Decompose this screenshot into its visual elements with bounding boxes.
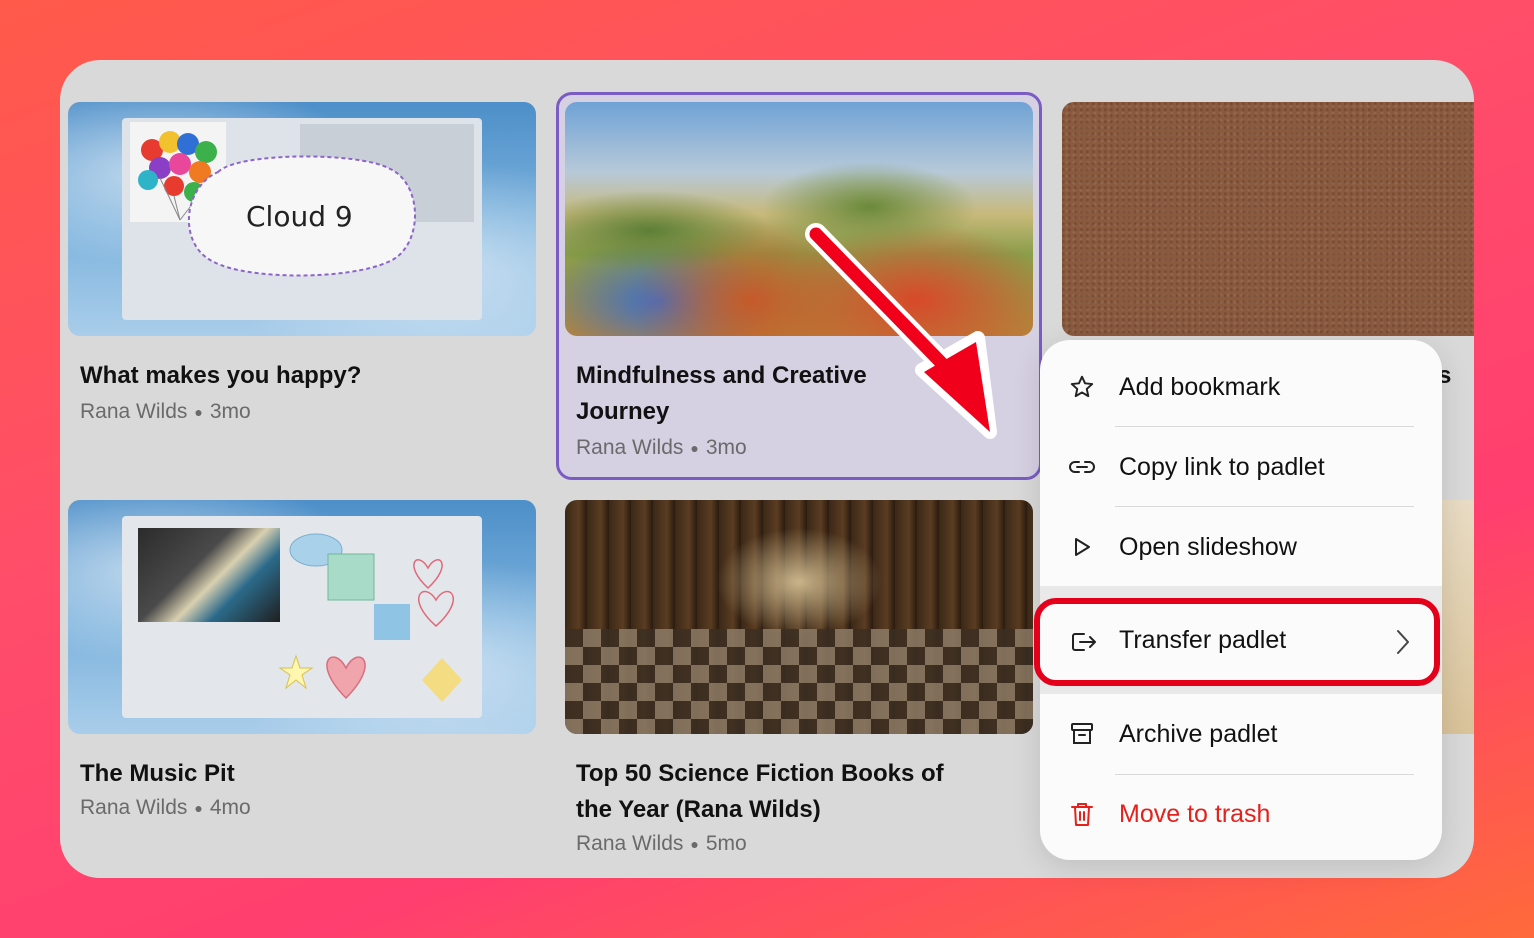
updated-age: 4mo <box>209 796 251 819</box>
menu-item-label: Add bookmark <box>1119 372 1281 401</box>
menu-item-label: Open slideshow <box>1119 532 1297 561</box>
separator-dot: ● <box>690 440 699 457</box>
padlet-card-what-makes-you-happy[interactable]: Cloud 9 What makes you happy? Rana Wilds… <box>60 60 550 450</box>
star-icon <box>1068 373 1096 401</box>
photo-image <box>138 528 280 622</box>
padlet-thumbnail[interactable]: Cloud 9 <box>68 102 536 336</box>
padlet-title-line1[interactable]: Top 50 Science Fiction Books of <box>576 756 944 792</box>
author-name: Rana Wilds <box>576 832 684 855</box>
menu-item-move-to-trash[interactable]: Move to trash <box>1040 774 1442 854</box>
menu-item-add-bookmark[interactable]: Add bookmark <box>1040 347 1442 427</box>
separator-dot: ● <box>194 404 203 421</box>
trash-icon <box>1068 800 1096 828</box>
padlet-thumbnail-library[interactable] <box>565 500 1033 734</box>
padlet-thumbnail-cork[interactable] <box>1062 102 1474 336</box>
transfer-icon <box>1070 630 1098 659</box>
updated-age: 3mo <box>705 436 747 459</box>
padlet-meta: Rana Wilds ● 3mo <box>576 436 747 460</box>
shapes-decoration <box>278 533 462 702</box>
menu-item-label: Archive padlet <box>1119 719 1278 748</box>
updated-age: 5mo <box>705 832 747 855</box>
author-name: Rana Wilds <box>80 796 188 819</box>
updated-age: 3mo <box>209 400 251 423</box>
padlet-title-line2[interactable]: the Year (Rana Wilds) <box>576 792 821 828</box>
cloud-9-text: Cloud 9 <box>246 200 353 233</box>
link-icon <box>1068 453 1096 481</box>
padlet-meta: Rana Wilds ● 4mo <box>80 796 251 820</box>
archive-icon <box>1068 720 1096 748</box>
menu-item-label: Transfer padlet <box>1119 626 1287 654</box>
padlet-thumbnail-music-pit[interactable] <box>68 500 536 734</box>
separator-dot: ● <box>194 800 203 817</box>
menu-item-label: Move to trash <box>1119 799 1271 828</box>
padlet-title[interactable]: What makes you happy? <box>80 358 361 394</box>
annotation-arrow <box>805 223 997 439</box>
menu-item-transfer-padlet[interactable]: Transfer padlet <box>1034 598 1440 686</box>
play-icon <box>1068 533 1096 561</box>
separator-dot: ● <box>690 836 699 853</box>
menu-item-label: Copy link to padlet <box>1119 452 1325 481</box>
padlet-title-line2[interactable]: Journey <box>576 394 669 430</box>
author-name: Rana Wilds <box>576 436 684 459</box>
author-name: Rana Wilds <box>80 400 188 423</box>
padlet-meta: Rana Wilds ● 3mo <box>80 400 251 424</box>
padlet-meta: Rana Wilds ● 5mo <box>576 832 747 856</box>
chevron-right-icon <box>1394 628 1412 661</box>
menu-item-copy-link[interactable]: Copy link to padlet <box>1040 427 1442 507</box>
menu-item-open-slideshow[interactable]: Open slideshow <box>1040 507 1442 587</box>
padlet-title[interactable]: The Music Pit <box>80 756 235 792</box>
padlet-thumbnail-map-partial[interactable] <box>1442 500 1474 734</box>
menu-item-archive-padlet[interactable]: Archive padlet <box>1040 694 1442 774</box>
